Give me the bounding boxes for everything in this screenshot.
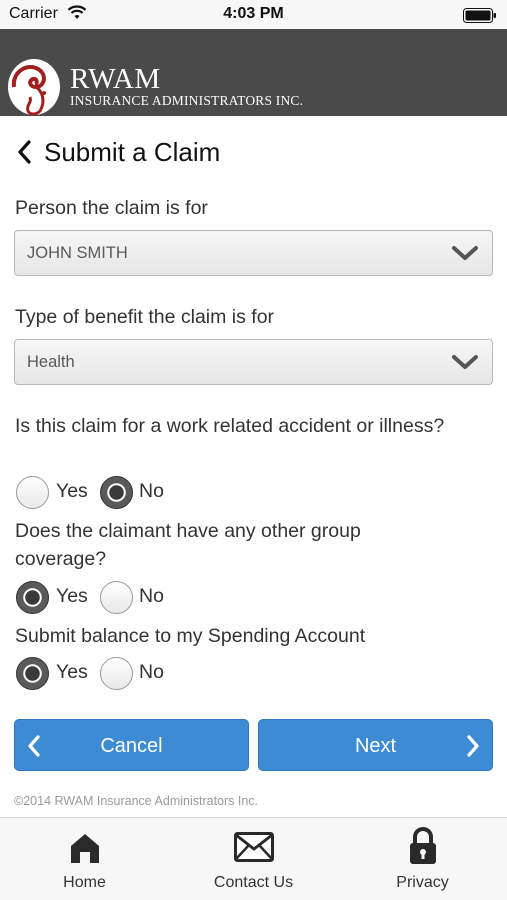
tab-privacy-label: Privacy (396, 874, 449, 891)
page-title: Submit a Claim (44, 137, 221, 167)
work-related-radio-group: Yes No (14, 476, 214, 510)
copyright-text: ©2014 RWAM Insurance Administrators Inc. (14, 794, 259, 808)
lock-icon (338, 826, 507, 871)
spending-account-radio-group: Yes No (14, 657, 214, 691)
chevron-down-icon (452, 245, 478, 266)
back-chevron-icon[interactable] (16, 140, 32, 169)
tab-home[interactable]: Home (0, 818, 169, 900)
spending-account-yes-radio[interactable] (16, 657, 49, 690)
tab-contact[interactable]: Contact Us (169, 818, 338, 900)
next-button[interactable]: Next (258, 719, 493, 771)
benefit-select[interactable]: Health (14, 339, 493, 385)
status-time: 4:03 PM (223, 5, 284, 22)
other-coverage-radio-group: Yes No (14, 581, 214, 615)
brand-subtitle: INSURANCE ADMINISTRATORS INC. (70, 93, 304, 108)
cancel-button[interactable]: Cancel (14, 719, 249, 771)
other-coverage-yes-label: Yes (56, 585, 88, 607)
brand-name: RWAM (70, 63, 161, 95)
other-coverage-no-radio[interactable] (100, 581, 133, 614)
tab-contact-label: Contact Us (213, 874, 294, 891)
person-select-value: JOHN SMITH (27, 244, 128, 262)
work-related-no-radio[interactable] (100, 476, 133, 509)
work-related-yes-radio[interactable] (16, 476, 49, 509)
cancel-button-label: Cancel (100, 735, 163, 757)
status-bar: Carrier 4:03 PM (0, 0, 507, 29)
other-coverage-question: Does the claimant have any other group c… (15, 520, 361, 570)
person-select[interactable]: JOHN SMITH (14, 230, 493, 276)
tab-bar: Home Contact Us Privacy (0, 817, 507, 900)
envelope-icon (169, 832, 338, 867)
ram-logo-icon (6, 57, 64, 124)
spending-account-no-label: No (139, 661, 164, 683)
benefit-label: Type of benefit the claim is for (15, 306, 275, 328)
brand-header: RWAM INSURANCE ADMINISTRATORS INC. (0, 29, 507, 116)
battery-icon (463, 8, 497, 28)
chevron-right-icon (466, 735, 480, 762)
home-icon (0, 832, 169, 869)
spending-account-yes-label: Yes (56, 661, 88, 683)
spending-account-no-radio[interactable] (100, 657, 133, 690)
other-coverage-no-label: No (139, 585, 164, 607)
tab-home-label: Home (63, 874, 106, 891)
spending-account-question: Submit balance to my Spending Account (15, 625, 366, 647)
person-label: Person the claim is for (15, 197, 208, 219)
next-button-label: Next (354, 735, 397, 757)
other-coverage-yes-radio[interactable] (16, 581, 49, 614)
work-related-no-label: No (139, 480, 164, 502)
chevron-down-icon (452, 354, 478, 375)
benefit-select-value: Health (27, 353, 75, 371)
work-related-yes-label: Yes (56, 480, 88, 502)
work-related-question: Is this claim for a work related acciden… (15, 415, 445, 437)
tab-privacy[interactable]: Privacy (338, 818, 507, 900)
